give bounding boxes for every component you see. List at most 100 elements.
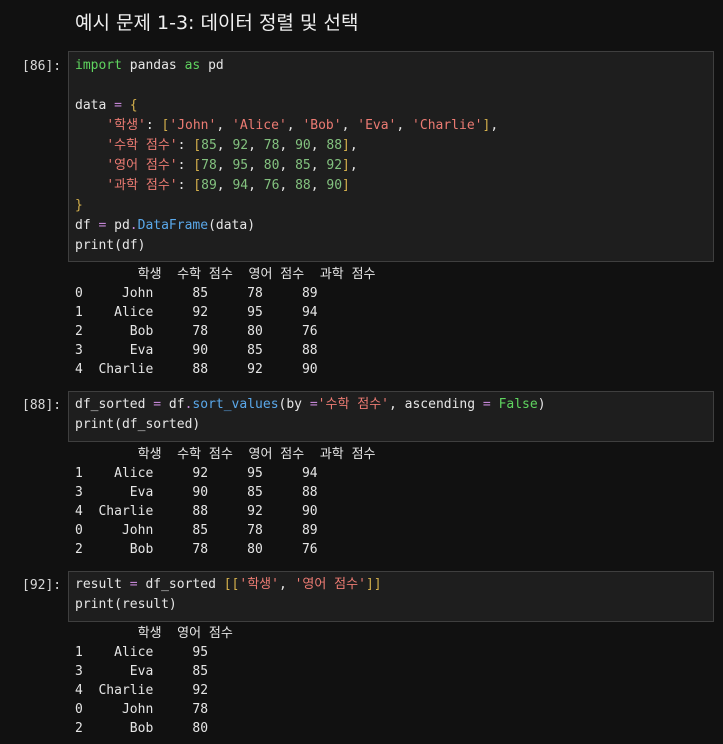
code-token: [ xyxy=(193,138,202,153)
code-line: import pandas as pd xyxy=(75,58,224,73)
code-token: 85 xyxy=(201,138,217,153)
code-token: 76 xyxy=(263,178,280,193)
code-token: data xyxy=(75,98,115,113)
code-token: , xyxy=(278,577,295,592)
output-line: 4 Charlie 88 92 90 xyxy=(75,362,318,377)
code-token: df_sorted xyxy=(137,577,224,592)
output-line: 학생 수학 점수 영어 점수 과학 점수 xyxy=(75,267,376,282)
output-line: 1 Alice 92 95 94 xyxy=(75,466,318,481)
code-line: '학생': ['John', 'Alice', 'Bob', 'Eva', 'C… xyxy=(75,118,498,133)
code-token: import xyxy=(75,58,122,73)
output-line: 0 John 85 78 89 xyxy=(75,286,318,301)
code-token: 'Alice' xyxy=(232,118,287,133)
code-token: df_sorted xyxy=(75,397,154,412)
code-token: , xyxy=(310,158,327,173)
code-token: sort_values xyxy=(192,397,279,412)
code-token: 78 xyxy=(201,158,217,173)
output-line: 4 Charlie 92 xyxy=(75,683,209,698)
code-token: { xyxy=(129,98,138,113)
output-line: 학생 영어 점수 xyxy=(75,626,233,641)
code-token: '학생' xyxy=(106,118,146,133)
code-token: , xyxy=(310,138,327,153)
code-token: 'John' xyxy=(169,118,217,133)
code-token: pd xyxy=(200,58,224,73)
code-line: '과학 점수': [89, 94, 76, 88, 90] xyxy=(75,178,350,193)
code-token: = xyxy=(309,397,318,412)
output-line: 1 Alice 95 xyxy=(75,645,209,660)
code-token: 88 xyxy=(295,178,311,193)
code-token: 89 xyxy=(201,178,217,193)
cell-output: 학생 영어 점수 1 Alice 95 3 Eva 85 4 Charlie 9… xyxy=(75,624,233,738)
output-line: 0 John 85 78 89 xyxy=(75,523,318,538)
cell-prompt: [88]: xyxy=(22,398,62,413)
code-token: , xyxy=(216,138,233,153)
output-line: 학생 수학 점수 영어 점수 과학 점수 xyxy=(75,447,376,462)
code-token: , ascending xyxy=(388,397,483,412)
code-token: df xyxy=(161,397,185,412)
code-token: ] xyxy=(342,138,350,153)
code-editor[interactable]: result = df_sorted [['학생', '영어 점수']] pri… xyxy=(75,575,382,615)
code-token: print(df_sorted) xyxy=(75,417,201,432)
code-token: as xyxy=(184,58,201,73)
code-line: print(df_sorted) xyxy=(75,417,200,432)
output-line: 3 Eva 85 xyxy=(75,664,209,679)
code-token: 92 xyxy=(232,138,249,153)
code-token: 'Charlie' xyxy=(412,118,483,133)
code-token: 'Bob' xyxy=(302,118,342,133)
code-token: 85 xyxy=(295,158,311,173)
code-token: , xyxy=(349,158,358,173)
code-token: = xyxy=(129,577,138,592)
code-token: : xyxy=(145,118,162,133)
code-token: ] xyxy=(342,158,350,173)
code-token: , xyxy=(216,158,233,173)
code-token: 'Eva' xyxy=(357,118,397,133)
code-line: } xyxy=(75,198,83,213)
code-line: df_sorted = df.sort_values(by ='수학 점수', … xyxy=(75,397,546,412)
output-line: 3 Eva 90 85 88 xyxy=(75,343,318,358)
code-token: '과학 점수' xyxy=(106,178,178,193)
code-line: '영어 점수': [78, 95, 80, 85, 92], xyxy=(75,158,358,173)
code-editor[interactable]: df_sorted = df.sort_values(by ='수학 점수', … xyxy=(75,395,546,435)
code-line: result = df_sorted [['학생', '영어 점수']] xyxy=(75,577,382,592)
code-token: , xyxy=(248,158,264,173)
output-line: 2 Bob 78 80 76 xyxy=(75,324,318,339)
notebook-heading: 예시 문제 1-3: 데이터 정렬 및 선택 xyxy=(75,12,359,34)
code-token: '학생' xyxy=(239,577,279,592)
code-token: '수학 점수' xyxy=(106,138,178,153)
code-token: , xyxy=(248,138,264,153)
code-token: [ xyxy=(193,178,202,193)
code-token: 78 xyxy=(263,138,280,153)
code-token: , xyxy=(310,178,327,193)
code-token: , xyxy=(349,138,358,153)
code-token: 88 xyxy=(326,138,343,153)
code-token: 90 xyxy=(326,178,343,193)
code-token: pd xyxy=(106,218,130,233)
cell-prompt: [92]: xyxy=(22,578,62,593)
code-token: 94 xyxy=(232,178,249,193)
code-token: : xyxy=(177,158,194,173)
code-token: = xyxy=(153,397,162,412)
code-token: , xyxy=(248,178,264,193)
code-token: df xyxy=(75,218,99,233)
code-token: ] xyxy=(342,178,350,193)
code-line: print(result) xyxy=(75,597,177,612)
code-token: , xyxy=(279,138,296,153)
code-token: result xyxy=(75,577,130,592)
code-token: , xyxy=(396,118,413,133)
code-editor[interactable]: import pandas as pd data = { '학생': ['Joh… xyxy=(75,56,498,256)
code-token: . xyxy=(129,218,138,233)
code-token: = xyxy=(114,98,122,113)
code-token: pandas xyxy=(121,58,185,73)
code-token: print(result) xyxy=(75,597,177,612)
code-line: '수학 점수': [85, 92, 78, 90, 88], xyxy=(75,138,358,153)
output-line: 4 Charlie 88 92 90 xyxy=(75,504,318,519)
output-line: 3 Eva 90 85 88 xyxy=(75,485,318,500)
code-token: 80 xyxy=(263,158,280,173)
output-line: 1 Alice 92 95 94 xyxy=(75,305,318,320)
code-token: 92 xyxy=(326,158,343,173)
code-token: , xyxy=(490,118,499,133)
